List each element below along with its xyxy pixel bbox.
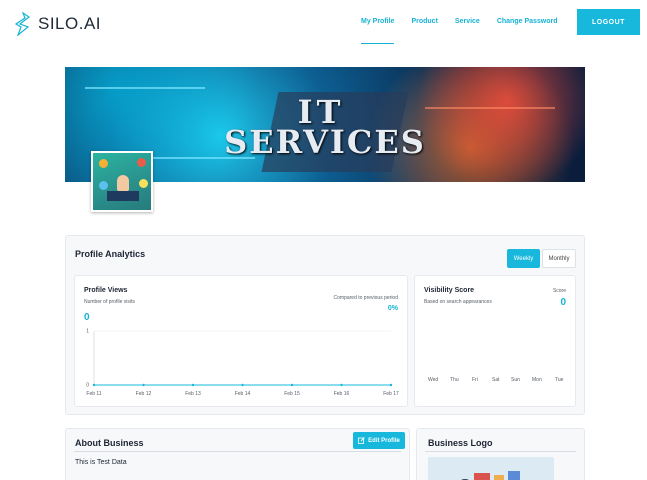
logo-shape bbox=[494, 475, 504, 480]
about-title: About Business bbox=[75, 438, 144, 448]
views-title: Profile Views bbox=[84, 287, 128, 294]
data-point bbox=[340, 383, 343, 387]
x-tick-label: Feb 11 bbox=[86, 391, 101, 397]
profile-analytics-card: Profile Analytics Weekly Monthly Profile… bbox=[65, 235, 585, 415]
profile-views-card: Profile Views Number of profile visits 0… bbox=[74, 275, 408, 407]
day-label: Tue bbox=[555, 377, 564, 383]
day-label: Mon bbox=[532, 377, 542, 383]
logo-shape bbox=[474, 473, 490, 480]
views-line-chart: 0 1 Feb 11 Feb 12 Feb 13 Feb 14 Feb 15 Feb 16 Fe… bbox=[86, 329, 399, 398]
profile-avatar[interactable] bbox=[91, 151, 153, 212]
brand-name: SILO.AI bbox=[38, 14, 102, 33]
x-tick-label: Feb 15 bbox=[284, 391, 300, 397]
y-tick-label: 0 bbox=[86, 383, 89, 389]
compare-label: Compared to previous period bbox=[333, 295, 398, 301]
analytics-title: Profile Analytics bbox=[75, 249, 146, 259]
x-tick-label: Feb 13 bbox=[185, 391, 201, 397]
day-label: Wed bbox=[428, 377, 439, 383]
day-label: Sun bbox=[511, 377, 520, 383]
views-subtitle: Number of profile visits bbox=[84, 299, 135, 305]
y-tick-label: 1 bbox=[86, 329, 89, 335]
business-logo-title: Business Logo bbox=[428, 438, 493, 448]
visibility-score-card: Visibility Score Based on search appeara… bbox=[414, 275, 576, 407]
divider bbox=[74, 451, 401, 452]
edit-profile-label: Edit Profile bbox=[368, 437, 400, 444]
edit-profile-button[interactable]: Edit Profile bbox=[353, 432, 405, 449]
nav-my-profile[interactable]: My Profile bbox=[361, 18, 395, 44]
x-tick-label: Feb 14 bbox=[235, 391, 251, 397]
business-logo-card: Business Logo bbox=[416, 428, 585, 480]
decor-circle bbox=[139, 179, 148, 188]
data-point bbox=[191, 383, 195, 387]
main-nav: My Profile Product Service Change Passwo… bbox=[361, 18, 575, 44]
logo-shape bbox=[508, 471, 520, 480]
decor-circle bbox=[99, 181, 108, 190]
decor-circle bbox=[137, 158, 146, 167]
monthly-toggle[interactable]: Monthly bbox=[542, 249, 576, 268]
data-point bbox=[92, 383, 96, 387]
logout-button[interactable]: LOGOUT bbox=[577, 9, 640, 35]
day-label: Thu bbox=[450, 377, 459, 383]
desk-shape bbox=[107, 191, 139, 201]
data-point bbox=[389, 383, 393, 387]
score-label: Score bbox=[552, 288, 566, 294]
day-label: Sat bbox=[492, 377, 500, 383]
divider bbox=[425, 451, 576, 452]
edit-icon bbox=[358, 437, 365, 444]
silo-logo-icon bbox=[14, 12, 31, 36]
about-business-card: About Business Edit Profile This is Test… bbox=[65, 428, 410, 480]
decor-circle bbox=[99, 159, 108, 168]
data-point bbox=[142, 383, 145, 387]
visibility-score: 0 bbox=[560, 297, 566, 308]
x-tick-label: Feb 16 bbox=[334, 391, 350, 397]
nav-change-password[interactable]: Change Password bbox=[497, 18, 558, 25]
nav-service[interactable]: Service bbox=[455, 18, 480, 25]
x-tick-label: Feb 12 bbox=[136, 391, 152, 397]
visibility-title: Visibility Score bbox=[424, 287, 475, 294]
day-label: Fri bbox=[472, 377, 478, 383]
business-logo-image[interactable] bbox=[428, 457, 554, 480]
brand-logo[interactable]: SILO.AI bbox=[14, 12, 101, 36]
x-tick-label: Feb 17 bbox=[383, 391, 399, 397]
compare-value: 0% bbox=[387, 305, 398, 312]
visibility-subtitle: Based on search appearances bbox=[424, 299, 492, 305]
views-count: 0 bbox=[84, 312, 90, 323]
circuit-line bbox=[85, 87, 205, 89]
top-header: SILO.AI My Profile Product Service Chang… bbox=[0, 0, 647, 44]
person-figure bbox=[117, 175, 129, 191]
nav-product[interactable]: Product bbox=[411, 18, 437, 25]
about-text: This is Test Data bbox=[75, 459, 127, 466]
weekly-toggle[interactable]: Weekly bbox=[507, 249, 540, 268]
data-point bbox=[241, 383, 244, 387]
data-point bbox=[290, 383, 294, 387]
